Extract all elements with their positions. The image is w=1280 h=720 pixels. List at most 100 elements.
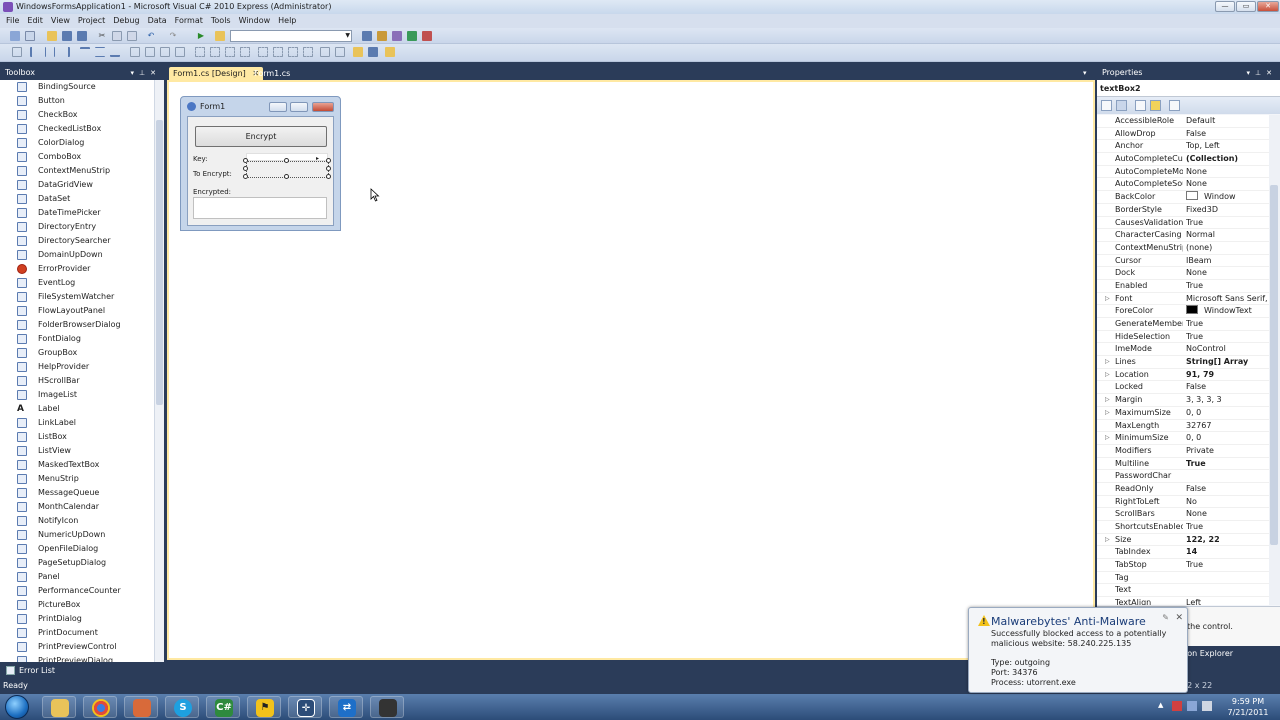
align-to-grid-icon[interactable] [12,47,22,57]
property-value[interactable]: Private [1186,445,1268,458]
property-row[interactable]: Enabled True [1097,280,1269,293]
toolbox-item[interactable]: DataGridView [0,178,154,192]
minimize-button[interactable]: — [1215,1,1235,12]
property-row[interactable]: GenerateMember True [1097,318,1269,331]
expand-icon[interactable]: ▷ [1105,293,1110,306]
taskbar-aim[interactable]: ⚑ [247,696,281,718]
property-value[interactable]: (none) [1186,242,1268,255]
property-value[interactable]: False [1186,483,1268,496]
encrypt-button[interactable]: Encrypt [195,126,327,147]
paste-icon[interactable] [127,31,137,41]
property-value[interactable]: Left [1186,597,1268,605]
property-row[interactable]: Dock None [1097,267,1269,280]
toolbox-item[interactable]: ImageList [0,388,154,402]
toolbox-item[interactable]: FontDialog [0,332,154,346]
taskbar-app[interactable]: ✛ [288,696,322,718]
property-value[interactable]: False [1186,381,1268,394]
volume-icon[interactable] [1202,701,1212,711]
property-value[interactable]: True [1186,217,1268,230]
property-value[interactable]: None [1186,178,1268,191]
object-selector[interactable]: textBox2 System.Windows.Forms.TextBox ▼ [1097,80,1280,110]
events-icon[interactable] [1150,100,1161,111]
resize-handle[interactable] [243,166,248,171]
property-row[interactable]: ▷ Lines String[] Array [1097,356,1269,369]
toolbox-item[interactable]: PrintPreviewDialog [0,654,154,662]
property-value[interactable]: 3, 3, 3, 3 [1186,394,1268,407]
taskbar-teamviewer[interactable]: ⇄ [329,696,363,718]
form-designer-surface[interactable]: Form1 Encrypt Key: To Encrypt: ▸ Encrypt… [167,80,1095,660]
property-row[interactable]: ShortcutsEnabled True [1097,521,1269,534]
toolbox-item[interactable]: BindingSource [0,80,154,94]
toolbox-item[interactable]: FolderBrowserDialog [0,318,154,332]
taskbar-media[interactable] [370,696,404,718]
toolbox-item[interactable]: HScrollBar [0,374,154,388]
menu-view[interactable]: View [47,14,74,27]
menu-data[interactable]: Data [144,14,171,27]
property-value[interactable]: 91, 79 [1186,369,1268,382]
toolbox-pane-buttons[interactable]: ▾⊥✕ [131,66,161,80]
property-row[interactable]: Cursor IBeam [1097,255,1269,268]
property-value[interactable]: 0, 0 [1186,407,1268,420]
toolbox-scrollbar[interactable] [154,80,164,662]
property-row[interactable]: Text [1097,584,1269,598]
make-same-height-icon[interactable] [145,47,155,57]
size-to-grid-icon[interactable] [175,47,185,57]
tab-order-icon[interactable] [385,47,395,57]
save-icon[interactable] [62,31,72,41]
toolbox-item[interactable]: Panel [0,570,154,584]
toolbox-item[interactable]: DateTimePicker [0,206,154,220]
increase-vertical-spacing-icon[interactable] [273,47,283,57]
property-row[interactable]: ▷ Margin 3, 3, 3, 3 [1097,394,1269,407]
toolbox-item[interactable]: ColorDialog [0,136,154,150]
taskbar-chrome[interactable] [83,696,117,718]
remove-vertical-spacing-icon[interactable] [303,47,313,57]
tab-dropdown-icon[interactable]: ▾ [1079,67,1091,80]
property-value[interactable]: Window [1186,191,1268,204]
property-row[interactable]: ▷ MaximumSize 0, 0 [1097,407,1269,420]
find-in-files-icon[interactable] [215,31,225,41]
align-lefts-icon[interactable] [30,47,40,57]
menu-file[interactable]: File [2,14,23,27]
cut-icon[interactable]: ✂ [97,31,107,41]
toolbox-item[interactable]: ListBox [0,430,154,444]
property-row[interactable]: CharacterCasing Normal [1097,229,1269,242]
toolbox-item[interactable]: EventLog [0,276,154,290]
add-item-icon[interactable] [25,31,35,41]
property-row[interactable]: ▷ Location 91, 79 [1097,369,1269,382]
toolbox-item[interactable]: FlowLayoutPanel [0,304,154,318]
undo-icon[interactable]: ↶ [146,31,156,41]
property-row[interactable]: Modifiers Private [1097,445,1269,458]
property-value[interactable]: NoControl [1186,343,1268,356]
toolbox-item[interactable]: MaskedTextBox [0,458,154,472]
decrease-spacing-icon[interactable] [225,47,235,57]
scrollbar-thumb[interactable] [1270,185,1278,545]
property-value[interactable]: True [1186,559,1268,572]
network-icon[interactable] [1187,701,1197,711]
align-rights-icon[interactable] [60,47,70,57]
toolbox-item[interactable]: PrintDocument [0,626,154,640]
toolbox-item[interactable]: ErrorProvider [0,262,154,276]
encrypted-textbox[interactable] [193,197,327,219]
toolbox-item[interactable]: CheckBox [0,108,154,122]
menu-project[interactable]: Project [74,14,109,27]
property-row[interactable]: ContextMenuStrip (none) [1097,242,1269,255]
property-value[interactable]: True [1186,521,1268,534]
property-row[interactable]: AutoCompleteSour None [1097,178,1269,192]
new-project-icon[interactable] [10,31,20,41]
property-value[interactable]: Default [1186,115,1268,128]
redo-icon[interactable]: ↷ [168,31,178,41]
toolbox-item[interactable]: NumericUpDown [0,528,154,542]
expand-icon[interactable]: ▷ [1105,407,1110,420]
property-grid-scrollbar[interactable] [1269,115,1280,605]
center-horizontally-icon[interactable] [320,47,330,57]
menu-window[interactable]: Window [235,14,275,27]
taskbar-paint[interactable] [124,696,158,718]
property-row[interactable]: AutoCompleteMod None [1097,166,1269,179]
align-centers-icon[interactable] [45,47,55,57]
property-row[interactable]: PasswordChar [1097,470,1269,483]
property-value[interactable]: Normal [1186,229,1268,242]
toolbox-item[interactable]: PageSetupDialog [0,556,154,570]
bring-to-front-icon[interactable] [353,47,363,57]
smart-tag-icon[interactable]: ▸ [316,155,319,162]
start-debugging-icon[interactable]: ▶ [196,31,206,41]
